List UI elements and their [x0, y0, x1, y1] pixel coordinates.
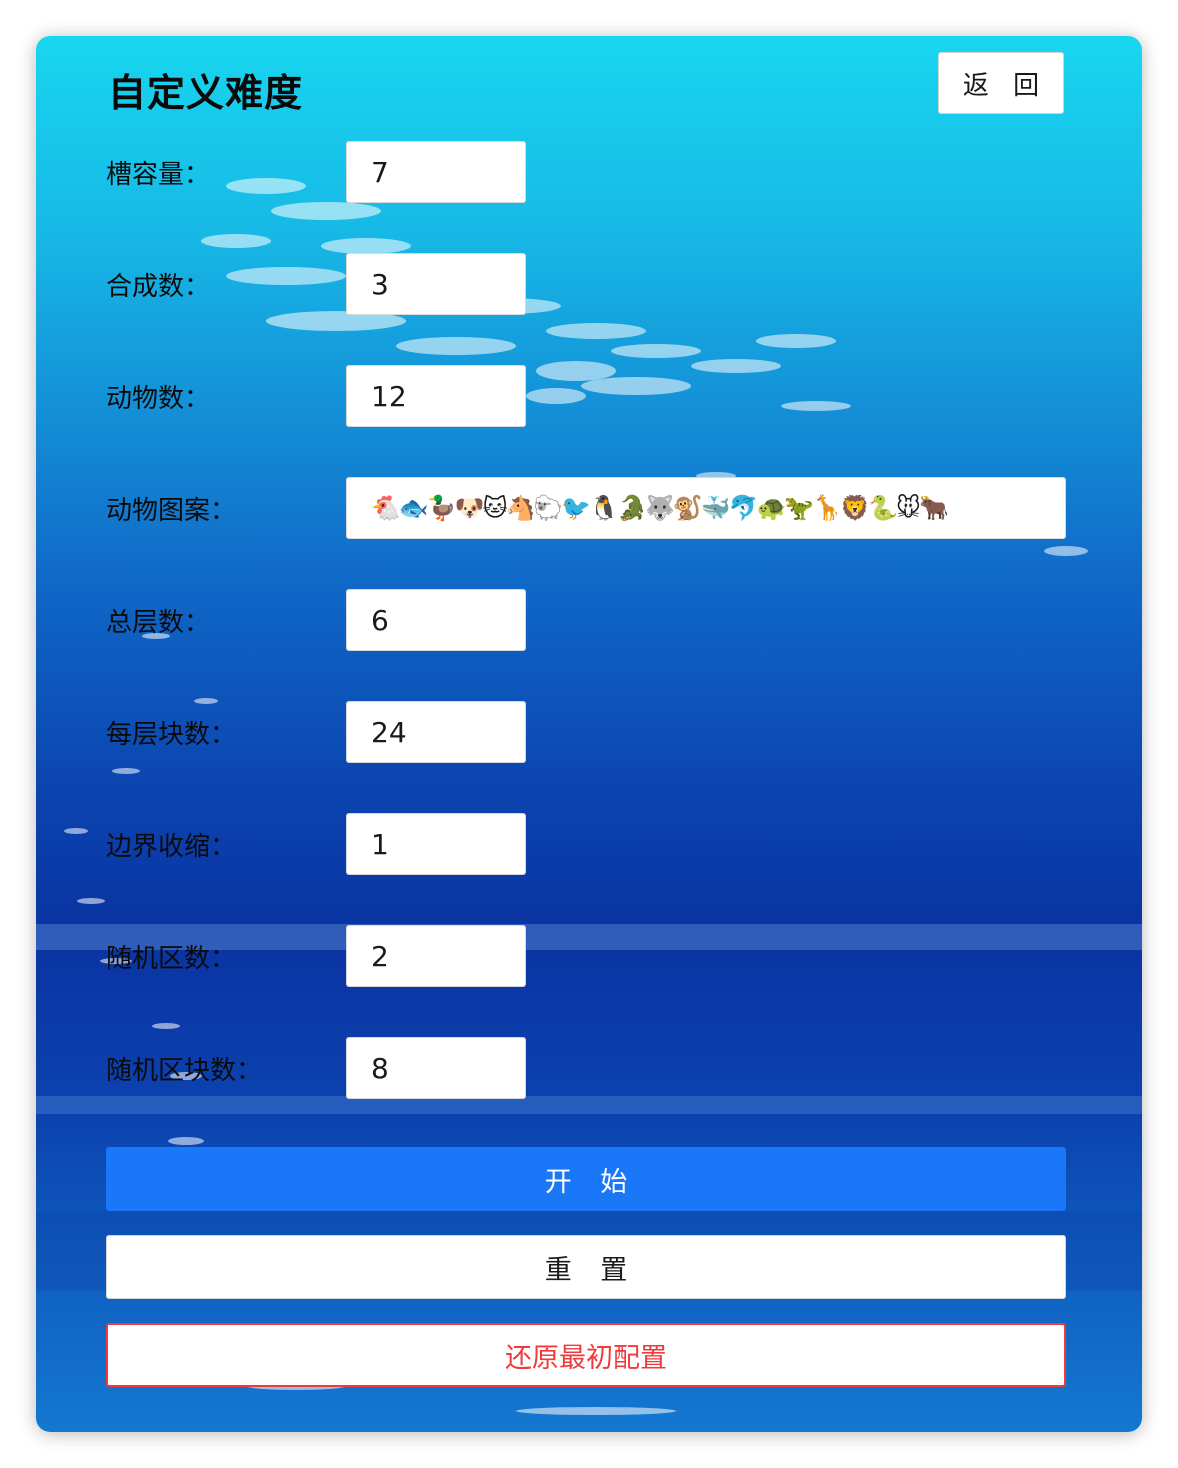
custom-difficulty-panel: 自定义难度 返 回 槽容量： 7 合成数： 3 动物数： 12 动物图案： 🐔🐟…	[36, 36, 1142, 1432]
random-zones-input[interactable]: 2	[346, 925, 526, 987]
animal-patterns-row: 动物图案： 🐔🐟🦆🐶🐱🐴🐑🐦🐧🐊🐺🐒🐳🐬🐢🦖🦒🦁🐍🐭🐂	[106, 476, 1066, 540]
page-title: 自定义难度	[108, 71, 304, 115]
merge-count-input[interactable]: 3	[346, 253, 526, 315]
total-layers-input[interactable]: 6	[346, 589, 526, 651]
total-layers-label: 总层数：	[106, 607, 211, 638]
animal-count-row: 动物数： 12	[106, 364, 526, 428]
blocks-per-layer-label: 每层块数：	[106, 719, 237, 750]
blocks-per-layer-input[interactable]: 24	[346, 701, 526, 763]
animal-count-label: 动物数：	[106, 383, 211, 414]
slot-capacity-input[interactable]: 7	[346, 141, 526, 203]
merge-count-label: 合成数：	[106, 271, 211, 302]
animal-patterns-label: 动物图案：	[106, 495, 237, 526]
merge-count-row: 合成数： 3	[106, 252, 526, 316]
random-zone-blocks-input[interactable]: 8	[346, 1037, 526, 1099]
animal-count-input[interactable]: 12	[346, 365, 526, 427]
random-zones-row: 随机区数： 2	[106, 924, 526, 988]
blocks-per-layer-row: 每层块数： 24	[106, 700, 526, 764]
total-layers-row: 总层数： 6	[106, 588, 526, 652]
border-shrink-input[interactable]: 1	[346, 813, 526, 875]
reset-button[interactable]: 重 置	[106, 1235, 1066, 1299]
random-zones-label: 随机区数：	[106, 943, 237, 974]
random-zone-blocks-label: 随机区块数：	[106, 1055, 263, 1086]
border-shrink-label: 边界收缩：	[106, 831, 237, 862]
slot-capacity-label: 槽容量：	[106, 159, 211, 190]
border-shrink-row: 边界收缩： 1	[106, 812, 526, 876]
restore-defaults-button[interactable]: 还原最初配置	[106, 1323, 1066, 1387]
animal-patterns-input[interactable]: 🐔🐟🦆🐶🐱🐴🐑🐦🐧🐊🐺🐒🐳🐬🐢🦖🦒🦁🐍🐭🐂	[346, 477, 1066, 539]
back-button[interactable]: 返 回	[938, 52, 1064, 114]
random-zone-blocks-row: 随机区块数： 8	[106, 1036, 526, 1100]
slot-capacity-row: 槽容量： 7	[106, 140, 526, 204]
start-button[interactable]: 开 始	[106, 1147, 1066, 1211]
